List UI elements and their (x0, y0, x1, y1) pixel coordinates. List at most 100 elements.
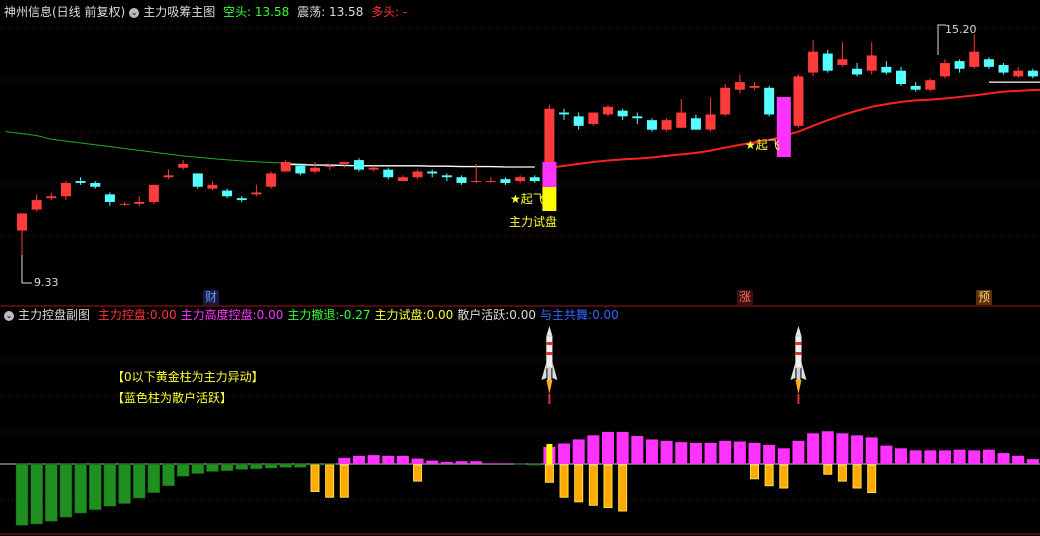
rocket-fin (801, 362, 807, 380)
candle-body (17, 213, 27, 231)
rocket-nose (795, 326, 802, 336)
candlesticks (17, 34, 1038, 268)
bull-value: - (403, 5, 408, 19)
candle-body (617, 110, 628, 117)
control-bar (367, 455, 380, 464)
candle-body (60, 182, 71, 197)
range-label: 震荡: (297, 5, 326, 19)
control-bar (440, 461, 453, 464)
rocket-flame (546, 380, 553, 394)
rocket-flame (795, 380, 802, 394)
candle-body (690, 118, 701, 130)
rocket-base (547, 368, 552, 380)
candle-body (588, 112, 599, 124)
candle-body (485, 181, 496, 183)
sub-item-label: 主力高度控盘: (180, 308, 257, 322)
candle-body (266, 173, 277, 187)
candle-body (603, 106, 613, 115)
control-bar (572, 439, 585, 464)
sub-item-value: 0.00 (426, 308, 454, 322)
star-icon: ★ (745, 138, 756, 152)
candle-body (90, 182, 101, 187)
candle-body (1027, 70, 1038, 77)
signal-bar-magenta (542, 162, 557, 187)
candle-body (998, 64, 1009, 73)
sub-item-label: 主力撤退: (287, 308, 340, 322)
gold-bar (339, 464, 349, 498)
candle-body (295, 165, 306, 174)
gold-bar (544, 464, 554, 483)
retreat-bar (162, 463, 175, 487)
control-bar (836, 433, 849, 464)
bear-value: 13.58 (254, 5, 290, 19)
candle-body (456, 177, 467, 183)
test-bar (546, 444, 553, 464)
sub-item-value: 0.00 (256, 308, 284, 322)
marker-zhang[interactable]: 涨 (737, 290, 753, 305)
rocket-stripe (795, 342, 802, 345)
control-bar (1026, 459, 1039, 464)
gold-bar (574, 464, 584, 503)
control-bar (616, 431, 629, 464)
candle-body (969, 51, 980, 67)
gold-bar (750, 464, 759, 480)
control-bar (1012, 455, 1025, 464)
gold-bar (779, 464, 789, 489)
candle-body (764, 87, 775, 115)
retreat-bar (191, 463, 205, 474)
retreat-bar (103, 463, 117, 507)
candle-body (705, 114, 716, 130)
gold-bar (618, 464, 628, 512)
note-blue-bars: 【蓝色柱为散户活跃】 (112, 391, 233, 405)
rocket-stripe (795, 352, 802, 355)
control-bar (558, 443, 571, 464)
bear-label: 空头: (223, 5, 252, 19)
sub-header: ⌄ 主力控盘副图 主力控盘:0.00 主力高度控盘:0.00 主力撤退:-0.27 主力… (4, 307, 623, 323)
dropdown-icon[interactable]: ⌄ (4, 310, 14, 321)
gold-bar (823, 464, 833, 475)
rocket-stripe (546, 352, 553, 355)
candle-body (207, 184, 218, 189)
retreat-bar (235, 463, 248, 470)
candle-body (822, 53, 833, 71)
sub-item-value: -0.27 (339, 308, 371, 322)
retreat-bar (45, 463, 58, 522)
candle-body (383, 169, 394, 178)
control-bar (821, 431, 834, 464)
control-bar (704, 442, 717, 464)
control-bar (719, 440, 732, 464)
candle-body (427, 171, 438, 174)
control-bar (968, 450, 981, 464)
candle-body (412, 171, 423, 178)
candle-body (954, 61, 965, 69)
candle-body (632, 116, 643, 119)
takeoff-label-1: ★起飞 (510, 192, 545, 206)
candle-body (222, 190, 233, 197)
main-header: 神州信息(日线 前复权) ⌄ 主力吸筹主图 空头: 13.58 震荡: 13.58 … (4, 4, 411, 20)
gold-bar (325, 464, 335, 498)
rocket-fin (552, 362, 558, 380)
range-value: 13.58 (328, 5, 364, 19)
trend-polyline (285, 163, 535, 168)
candle-body (676, 112, 687, 128)
candle-body (1013, 70, 1024, 77)
candle-body (896, 70, 906, 84)
candle-body (573, 116, 584, 126)
gold-bar (603, 464, 613, 509)
control-bar (382, 455, 395, 464)
rocket-icon (541, 326, 558, 404)
marker-yu[interactable]: 预 (976, 290, 992, 305)
sub-item-value: 0.00 (509, 308, 537, 322)
gold-bar (764, 464, 774, 487)
candle-body (339, 162, 350, 164)
dropdown-icon[interactable]: ⌄ (129, 7, 140, 18)
chart-canvas (0, 24, 1040, 535)
low-price-label: 9.33 (34, 276, 59, 289)
sub-item-label: 主力试盘: (374, 308, 427, 322)
control-bar (997, 453, 1010, 464)
control-bar (851, 435, 864, 464)
marker-cai[interactable]: 财 (203, 290, 219, 305)
control-bar (689, 442, 702, 464)
retreat-bar (118, 463, 131, 504)
candle-body (983, 59, 994, 67)
